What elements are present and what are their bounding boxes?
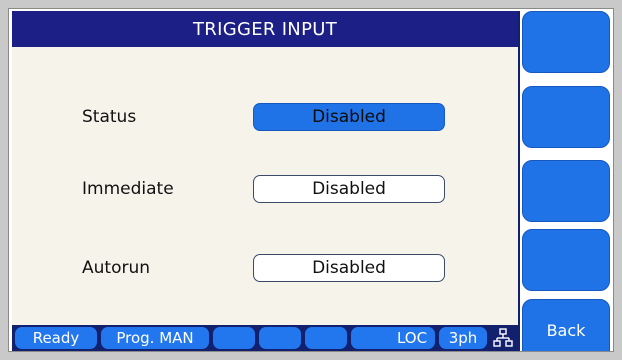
softkey-3[interactable] (522, 160, 610, 222)
program-mode-status: Prog. MAN (101, 327, 209, 349)
softkey-2[interactable] (522, 86, 610, 148)
status-bar: Ready Prog. MAN LOC 3ph (12, 325, 520, 351)
autorun-value-field[interactable]: Disabled (253, 254, 445, 282)
softkey-1[interactable] (522, 11, 610, 73)
ready-status: Ready (15, 327, 97, 349)
status-value-field[interactable]: Disabled (253, 103, 445, 131)
immediate-label: Immediate (82, 179, 174, 199)
network-icon (493, 328, 513, 347)
back-button[interactable]: Back (522, 299, 610, 351)
status-slot-empty-1 (213, 327, 255, 349)
softkey-4[interactable] (522, 229, 610, 291)
autorun-label: Autorun (82, 258, 151, 278)
phase-status: 3ph (439, 327, 487, 349)
local-mode-status: LOC (390, 327, 434, 349)
trigger-input-panel: TRIGGER INPUT Status Disabled Immediate … (12, 11, 520, 325)
status-slot-empty-2 (259, 327, 301, 349)
page-title: TRIGGER INPUT (12, 11, 518, 47)
instrument-screen: TRIGGER INPUT Status Disabled Immediate … (8, 8, 614, 352)
status-label: Status (82, 107, 137, 127)
immediate-value-field[interactable]: Disabled (253, 175, 445, 203)
status-slot-empty-3 (305, 327, 347, 349)
